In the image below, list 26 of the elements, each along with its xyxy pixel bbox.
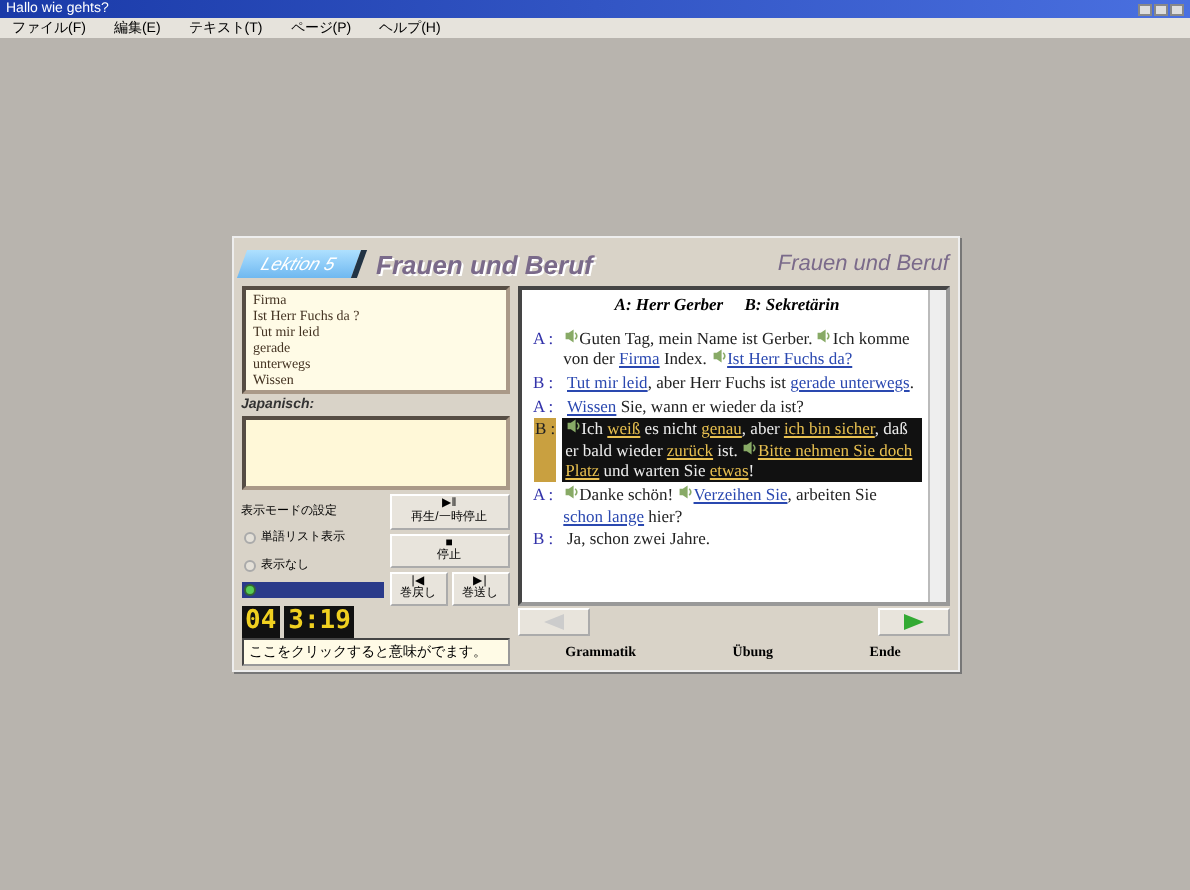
dialogue-line[interactable]: Wissen Sie, wann er wieder da ist? (563, 395, 808, 417)
scrollbar[interactable] (927, 290, 945, 602)
radio-button[interactable] (243, 559, 255, 572)
dialogue-line[interactable]: Tut mir leid, aber Herr Fuchs ist gerade unterwegs. (563, 371, 918, 393)
lesson-title: Frauen und Beruf (777, 252, 949, 276)
left-arrow-icon (541, 614, 565, 630)
minimize-button[interactable] (1138, 3, 1152, 15)
next-button[interactable] (877, 608, 949, 636)
speaker-label: B : (533, 371, 556, 393)
speaker-label: A : (533, 395, 556, 417)
right-arrow-icon (901, 614, 925, 630)
speaker-label: B : (533, 418, 556, 482)
speaker-label: A : (533, 484, 554, 508)
dialogue-line[interactable]: Ja, schon zwei Jahre. (563, 528, 715, 550)
speaker-label: A : (533, 327, 554, 352)
page-counter: 04 (241, 606, 281, 638)
lesson-badge: Lektion 5 (235, 250, 366, 278)
maximize-button[interactable] (1154, 3, 1168, 15)
radio-button[interactable] (243, 531, 255, 544)
roles-heading: A: Herr Gerber B: Sekretärin (611, 294, 842, 316)
close-button[interactable] (1170, 3, 1184, 15)
speaker-icon[interactable] (741, 439, 758, 460)
time-counter: 3:19 (284, 606, 355, 638)
speaker-label: B : (533, 528, 556, 550)
radio-button[interactable] (243, 584, 255, 597)
lesson-title: Frauen und Beruf (376, 249, 593, 279)
